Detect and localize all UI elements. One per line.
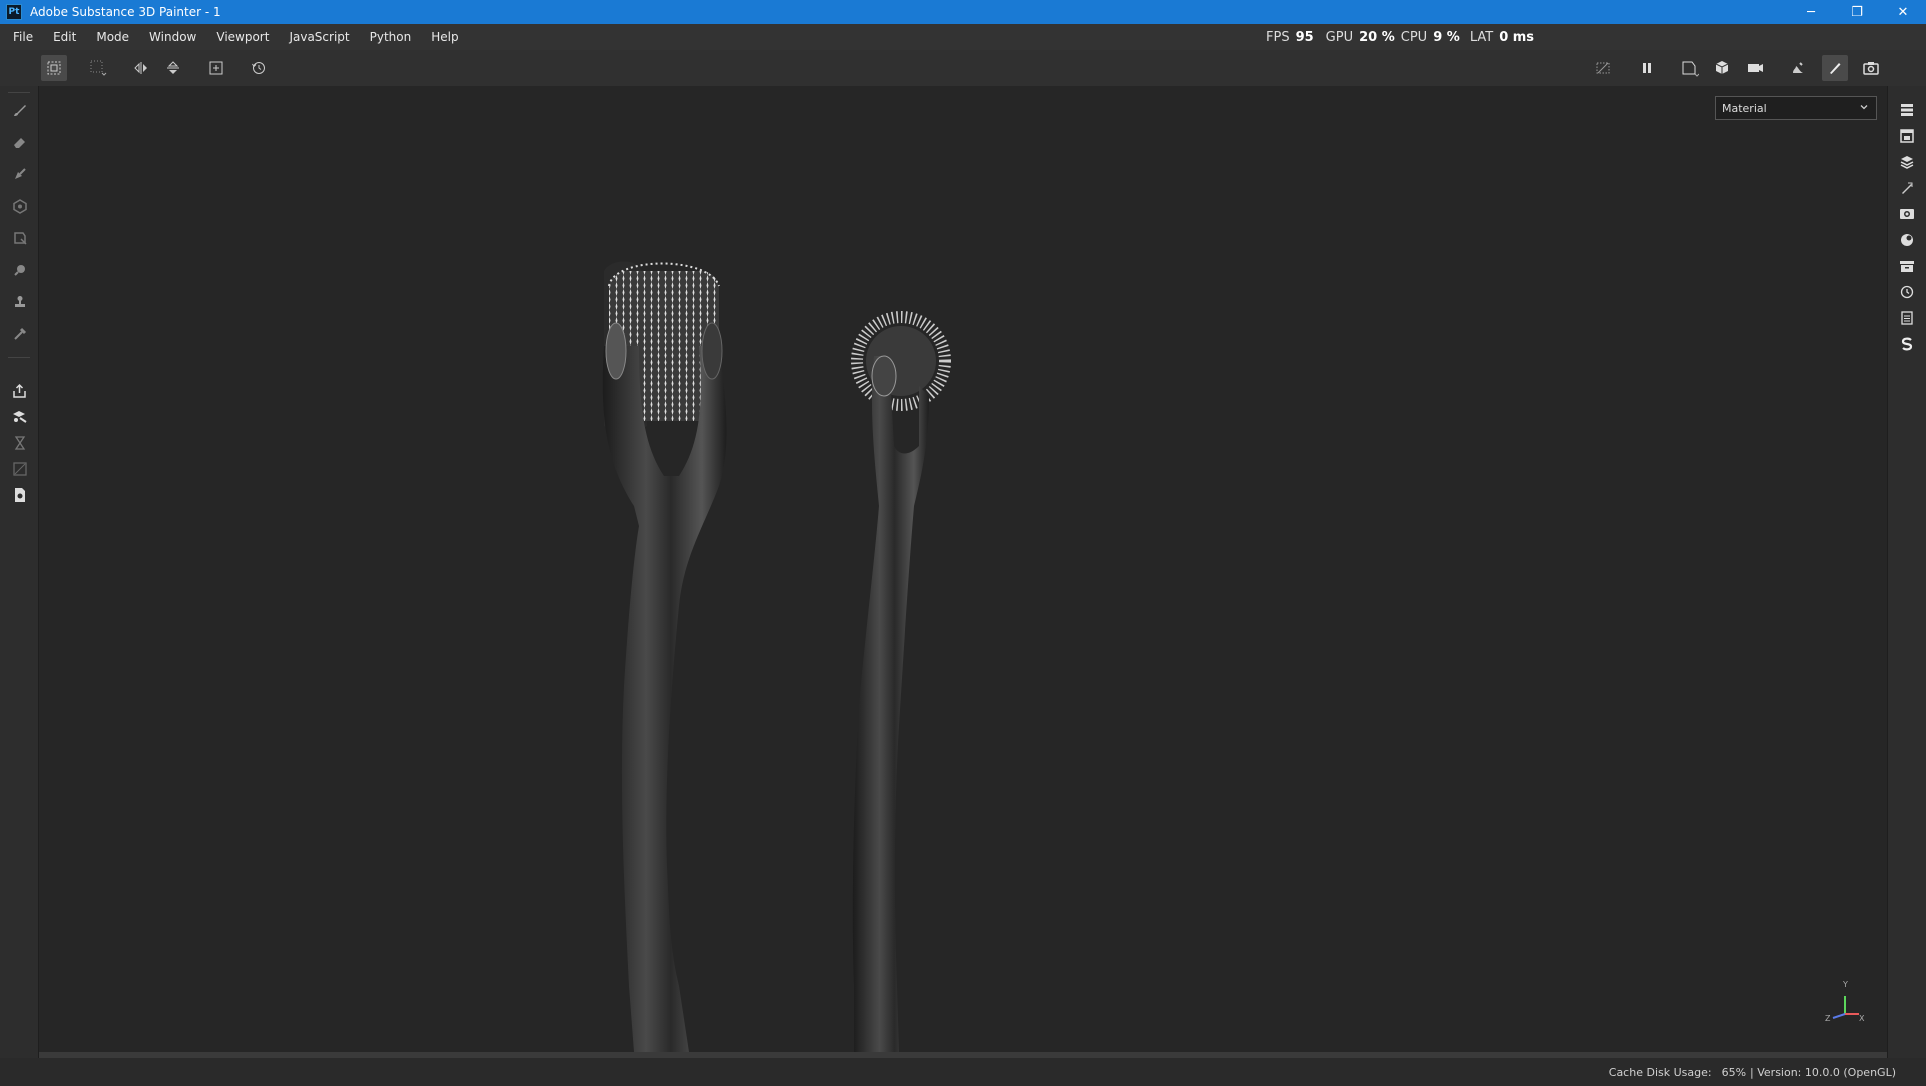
status-bar: Cache Disk Usage: 65% | Version: 10.0.0 … (0, 1058, 1926, 1086)
cpu-value: 9 % (1433, 29, 1460, 45)
axis-y-label: Y (1843, 980, 1848, 989)
pause-icon[interactable] (1634, 55, 1660, 81)
axis-gizmo: Y X Z (1825, 980, 1865, 1026)
lat-value: 0 ms (1499, 29, 1535, 45)
layers-icon[interactable] (1896, 151, 1918, 173)
axis-x-label: X (1859, 1014, 1865, 1023)
assets-icon[interactable] (1896, 255, 1918, 277)
document-icon[interactable] (9, 484, 31, 506)
viewport-mode-value: Material (1722, 101, 1767, 115)
window-controls: ─ ❐ ✕ (1788, 0, 1926, 24)
menu-python[interactable]: Python (360, 30, 422, 44)
symmetry-vertical-icon[interactable] (160, 55, 186, 81)
3d-viewport[interactable]: Material Y X Z (39, 86, 1887, 1052)
gpu-label: GPU (1325, 29, 1354, 45)
menu-viewport[interactable]: Viewport (206, 30, 279, 44)
fps-label: FPS (1266, 29, 1290, 45)
reset-camera-icon[interactable] (246, 55, 272, 81)
right-panel-bar (1887, 86, 1926, 1058)
fps-value: 95 (1295, 29, 1314, 45)
display-settings-icon[interactable] (1896, 203, 1918, 225)
2d-view-icon[interactable] (1677, 55, 1703, 81)
menu-edit[interactable]: Edit (43, 30, 86, 44)
texture-set-settings-icon[interactable] (1896, 125, 1918, 147)
window-title: Adobe Substance 3D Painter - 1 (30, 5, 221, 19)
uv-mask-icon[interactable] (9, 458, 31, 480)
paint-brush-icon[interactable] (9, 99, 31, 121)
log-icon[interactable] (1896, 307, 1918, 329)
large-roller-model (602, 261, 727, 1052)
menu-file[interactable]: File (0, 30, 43, 44)
lat-label: LAT (1469, 29, 1494, 45)
material-picker-icon[interactable] (9, 406, 31, 428)
projection-icon[interactable] (9, 163, 31, 185)
title-bar: Pt Adobe Substance 3D Painter - 1 ─ ❐ ✕ (0, 0, 1926, 24)
quick-mask-icon[interactable] (85, 55, 111, 81)
history-icon[interactable] (1896, 281, 1918, 303)
shader-settings-icon[interactable] (1896, 229, 1918, 251)
paint-mode-icon[interactable] (1822, 55, 1848, 81)
chevron-down-icon (1858, 101, 1870, 113)
viewport-mode-select[interactable]: Material (1715, 96, 1877, 120)
texture-set-list-icon[interactable] (1896, 99, 1918, 121)
eraser-icon[interactable] (9, 131, 31, 153)
selection-mode-icon[interactable] (41, 55, 67, 81)
symmetry-icon[interactable] (128, 55, 154, 81)
color-picker-icon[interactable] (9, 323, 31, 345)
dermaroller-models[interactable] (39, 86, 1887, 1052)
restore-button[interactable]: ❐ (1834, 0, 1880, 24)
minimize-button[interactable]: ─ (1788, 0, 1834, 24)
3d-view-icon[interactable] (1710, 55, 1736, 81)
camera-icon[interactable] (1743, 55, 1769, 81)
export-icon[interactable] (9, 380, 31, 402)
cpu-label: CPU (1400, 29, 1428, 45)
close-button[interactable]: ✕ (1880, 0, 1926, 24)
top-toolbar (0, 50, 1926, 87)
menu-bar: File Edit Mode Window Viewport JavaScrip… (0, 24, 1926, 50)
screenshot-icon[interactable] (1858, 55, 1884, 81)
menu-javascript[interactable]: JavaScript (279, 30, 359, 44)
hourglass-icon[interactable] (9, 432, 31, 454)
bake-icon[interactable] (1785, 55, 1811, 81)
polygon-fill-icon[interactable] (9, 195, 31, 217)
small-roller-model (851, 311, 951, 1052)
fit-view-icon[interactable] (203, 55, 229, 81)
menu-help[interactable]: Help (421, 30, 468, 44)
left-tool-bar (0, 86, 39, 1058)
performance-stats: FPS 95 GPU 20 % CPU 9 % LAT 0 ms (1266, 24, 1534, 50)
hide-ui-icon[interactable] (1590, 55, 1616, 81)
substance-source-icon[interactable] (1896, 333, 1918, 355)
clone-stamp-icon[interactable] (9, 291, 31, 313)
separator (8, 92, 30, 93)
properties-icon[interactable] (1896, 177, 1918, 199)
menu-mode[interactable]: Mode (86, 30, 139, 44)
cache-disk-value: 65% (1721, 1065, 1747, 1079)
version-info: | Version: 10.0.0 (OpenGL) (1750, 1065, 1896, 1079)
gpu-value: 20 % (1359, 29, 1395, 45)
axis-z-label: Z (1825, 1014, 1831, 1023)
smudge-icon[interactable] (9, 259, 31, 281)
app-logo: Pt (6, 4, 22, 20)
cache-disk-label: Cache Disk Usage: (1608, 1065, 1712, 1079)
geometry-mask-icon[interactable] (9, 227, 31, 249)
menu-window[interactable]: Window (139, 30, 206, 44)
separator (8, 357, 30, 358)
